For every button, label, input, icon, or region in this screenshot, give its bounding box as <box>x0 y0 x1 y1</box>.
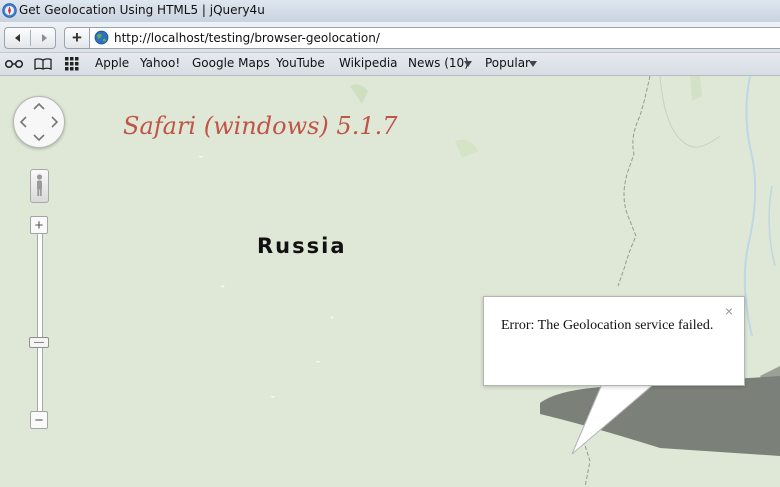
zoom-slider-handle[interactable] <box>29 336 49 348</box>
street-view-pegman[interactable] <box>30 169 49 203</box>
zoom-in-button[interactable]: + <box>30 216 48 234</box>
bookmark-wikipedia[interactable]: Wikipedia <box>339 56 398 70</box>
browser-caption: Safari (windows) 5.1.7 <box>123 112 398 140</box>
zoom-out-button[interactable]: − <box>30 411 48 429</box>
reading-list-glasses-icon[interactable] <box>4 59 24 69</box>
pan-control[interactable] <box>13 96 65 148</box>
bookmarks-book-icon[interactable] <box>34 58 52 70</box>
zoom-slider-track[interactable] <box>37 224 43 414</box>
bookmark-folder-popular[interactable]: Popular <box>485 56 530 70</box>
browser-toolbar: + http://localhost/testing/browser-geolo… <box>0 22 780 53</box>
safari-compass-icon <box>2 3 17 18</box>
globe-icon <box>94 30 109 45</box>
news-dropdown-arrow-icon <box>464 61 472 67</box>
bookmarks-bar: Apple Yahoo! Google Maps YouTube Wikiped… <box>0 53 780 76</box>
country-label: Russia <box>257 234 347 258</box>
add-bookmark-button[interactable]: + <box>64 27 89 49</box>
error-message: Error: The Geolocation service failed. <box>501 318 714 333</box>
bookmark-yahoo[interactable]: Yahoo! <box>140 56 180 70</box>
navigation-buttons <box>4 27 56 49</box>
window-title: Get Geolocation Using HTML5 | jQuery4u <box>19 3 265 17</box>
back-arrow-icon <box>14 34 20 42</box>
popular-dropdown-arrow-icon <box>529 61 537 67</box>
window-titlebar: Get Geolocation Using HTML5 | jQuery4u <box>0 0 780 23</box>
bookmark-apple[interactable]: Apple <box>95 56 129 70</box>
forward-arrow-icon <box>41 34 47 42</box>
address-bar[interactable]: http://localhost/testing/browser-geoloca… <box>89 27 780 49</box>
forward-button[interactable] <box>31 28 56 48</box>
geolocation-infowindow: Error: The Geolocation service failed. × <box>483 296 745 386</box>
google-map[interactable]: + − Safari (windows) 5.1.7 Russia Error:… <box>0 76 780 487</box>
bookmark-youtube[interactable]: YouTube <box>276 56 325 70</box>
close-icon[interactable]: × <box>725 303 733 319</box>
back-button[interactable] <box>5 28 30 48</box>
infowindow-tail <box>571 382 655 455</box>
bookmark-folder-news[interactable]: News (10) <box>408 56 469 70</box>
address-url: http://localhost/testing/browser-geoloca… <box>114 31 380 45</box>
bookmark-google-maps[interactable]: Google Maps <box>192 56 270 70</box>
top-sites-grid-icon[interactable] <box>65 57 79 71</box>
pegman-icon <box>36 174 43 196</box>
pan-arrows-icon <box>19 102 59 142</box>
